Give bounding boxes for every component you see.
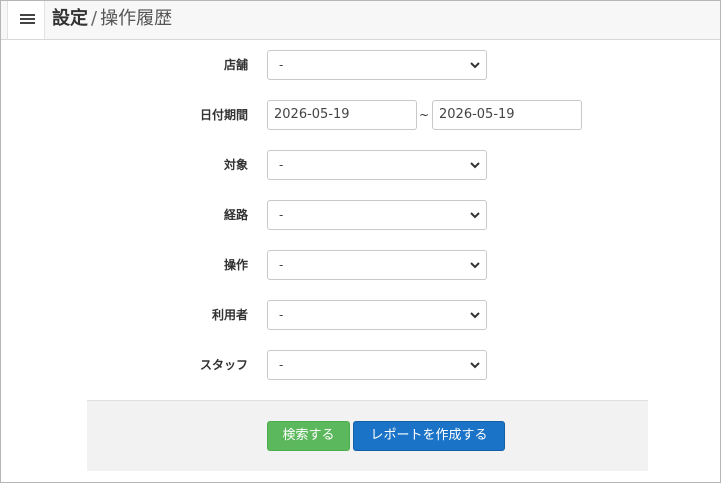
form-actions-panel: 検索する レポートを作成する bbox=[87, 400, 648, 471]
chevron-down-icon bbox=[470, 262, 480, 269]
page-title: 操作履歴 bbox=[100, 8, 173, 29]
create-report-button[interactable]: レポートを作成する bbox=[353, 421, 505, 451]
store-select[interactable]: - bbox=[267, 50, 487, 80]
breadcrumb-settings: 設定 bbox=[52, 8, 88, 29]
user-select[interactable]: - bbox=[267, 300, 487, 330]
date-to-input[interactable]: 2026-05-19 bbox=[432, 100, 582, 130]
app-window: 設定 / 操作履歴 店舗 - 日付期間 2026-05-19 ~ 2026-05-1… bbox=[0, 0, 721, 483]
search-button[interactable]: 検索する bbox=[267, 421, 350, 451]
operation-select-value: - bbox=[279, 258, 284, 272]
breadcrumb-separator: / bbox=[91, 8, 98, 29]
store-row: 店舗 - bbox=[1, 50, 720, 80]
hamburger-menu-icon bbox=[20, 14, 35, 25]
user-select-value: - bbox=[279, 308, 284, 322]
staff-label: スタッフ bbox=[199, 358, 248, 372]
route-select-value: - bbox=[279, 208, 284, 222]
chevron-down-icon bbox=[470, 362, 480, 369]
target-select-value: - bbox=[279, 158, 284, 172]
breadcrumb: 設定 / 操作履歴 bbox=[52, 1, 172, 39]
page-header: 設定 / 操作履歴 bbox=[1, 1, 720, 40]
chevron-down-icon bbox=[470, 312, 480, 319]
store-label: 店舗 bbox=[223, 58, 248, 72]
chevron-down-icon bbox=[470, 212, 480, 219]
date-from-input[interactable]: 2026-05-19 bbox=[267, 100, 417, 130]
staff-row: スタッフ - bbox=[1, 350, 720, 380]
date-range-separator: ~ bbox=[419, 108, 430, 122]
operation-select[interactable]: - bbox=[267, 250, 487, 280]
staff-select-value: - bbox=[279, 358, 284, 372]
target-select[interactable]: - bbox=[267, 150, 487, 180]
chevron-down-icon bbox=[470, 62, 480, 69]
date-range-label: 日付期間 bbox=[199, 108, 248, 122]
chevron-down-icon bbox=[470, 162, 480, 169]
route-label: 経路 bbox=[223, 208, 248, 222]
staff-select[interactable]: - bbox=[267, 350, 487, 380]
store-select-value: - bbox=[279, 58, 284, 72]
date-range-row: 日付期間 2026-05-19 ~ 2026-05-19 bbox=[1, 100, 720, 130]
target-row: 対象 - bbox=[1, 150, 720, 180]
hamburger-menu-button[interactable] bbox=[7, 1, 45, 39]
route-row: 経路 - bbox=[1, 200, 720, 230]
target-label: 対象 bbox=[223, 158, 248, 172]
route-select[interactable]: - bbox=[267, 200, 487, 230]
user-label: 利用者 bbox=[211, 308, 248, 322]
operation-row: 操作 - bbox=[1, 250, 720, 280]
operation-label: 操作 bbox=[223, 258, 248, 272]
user-row: 利用者 - bbox=[1, 300, 720, 330]
